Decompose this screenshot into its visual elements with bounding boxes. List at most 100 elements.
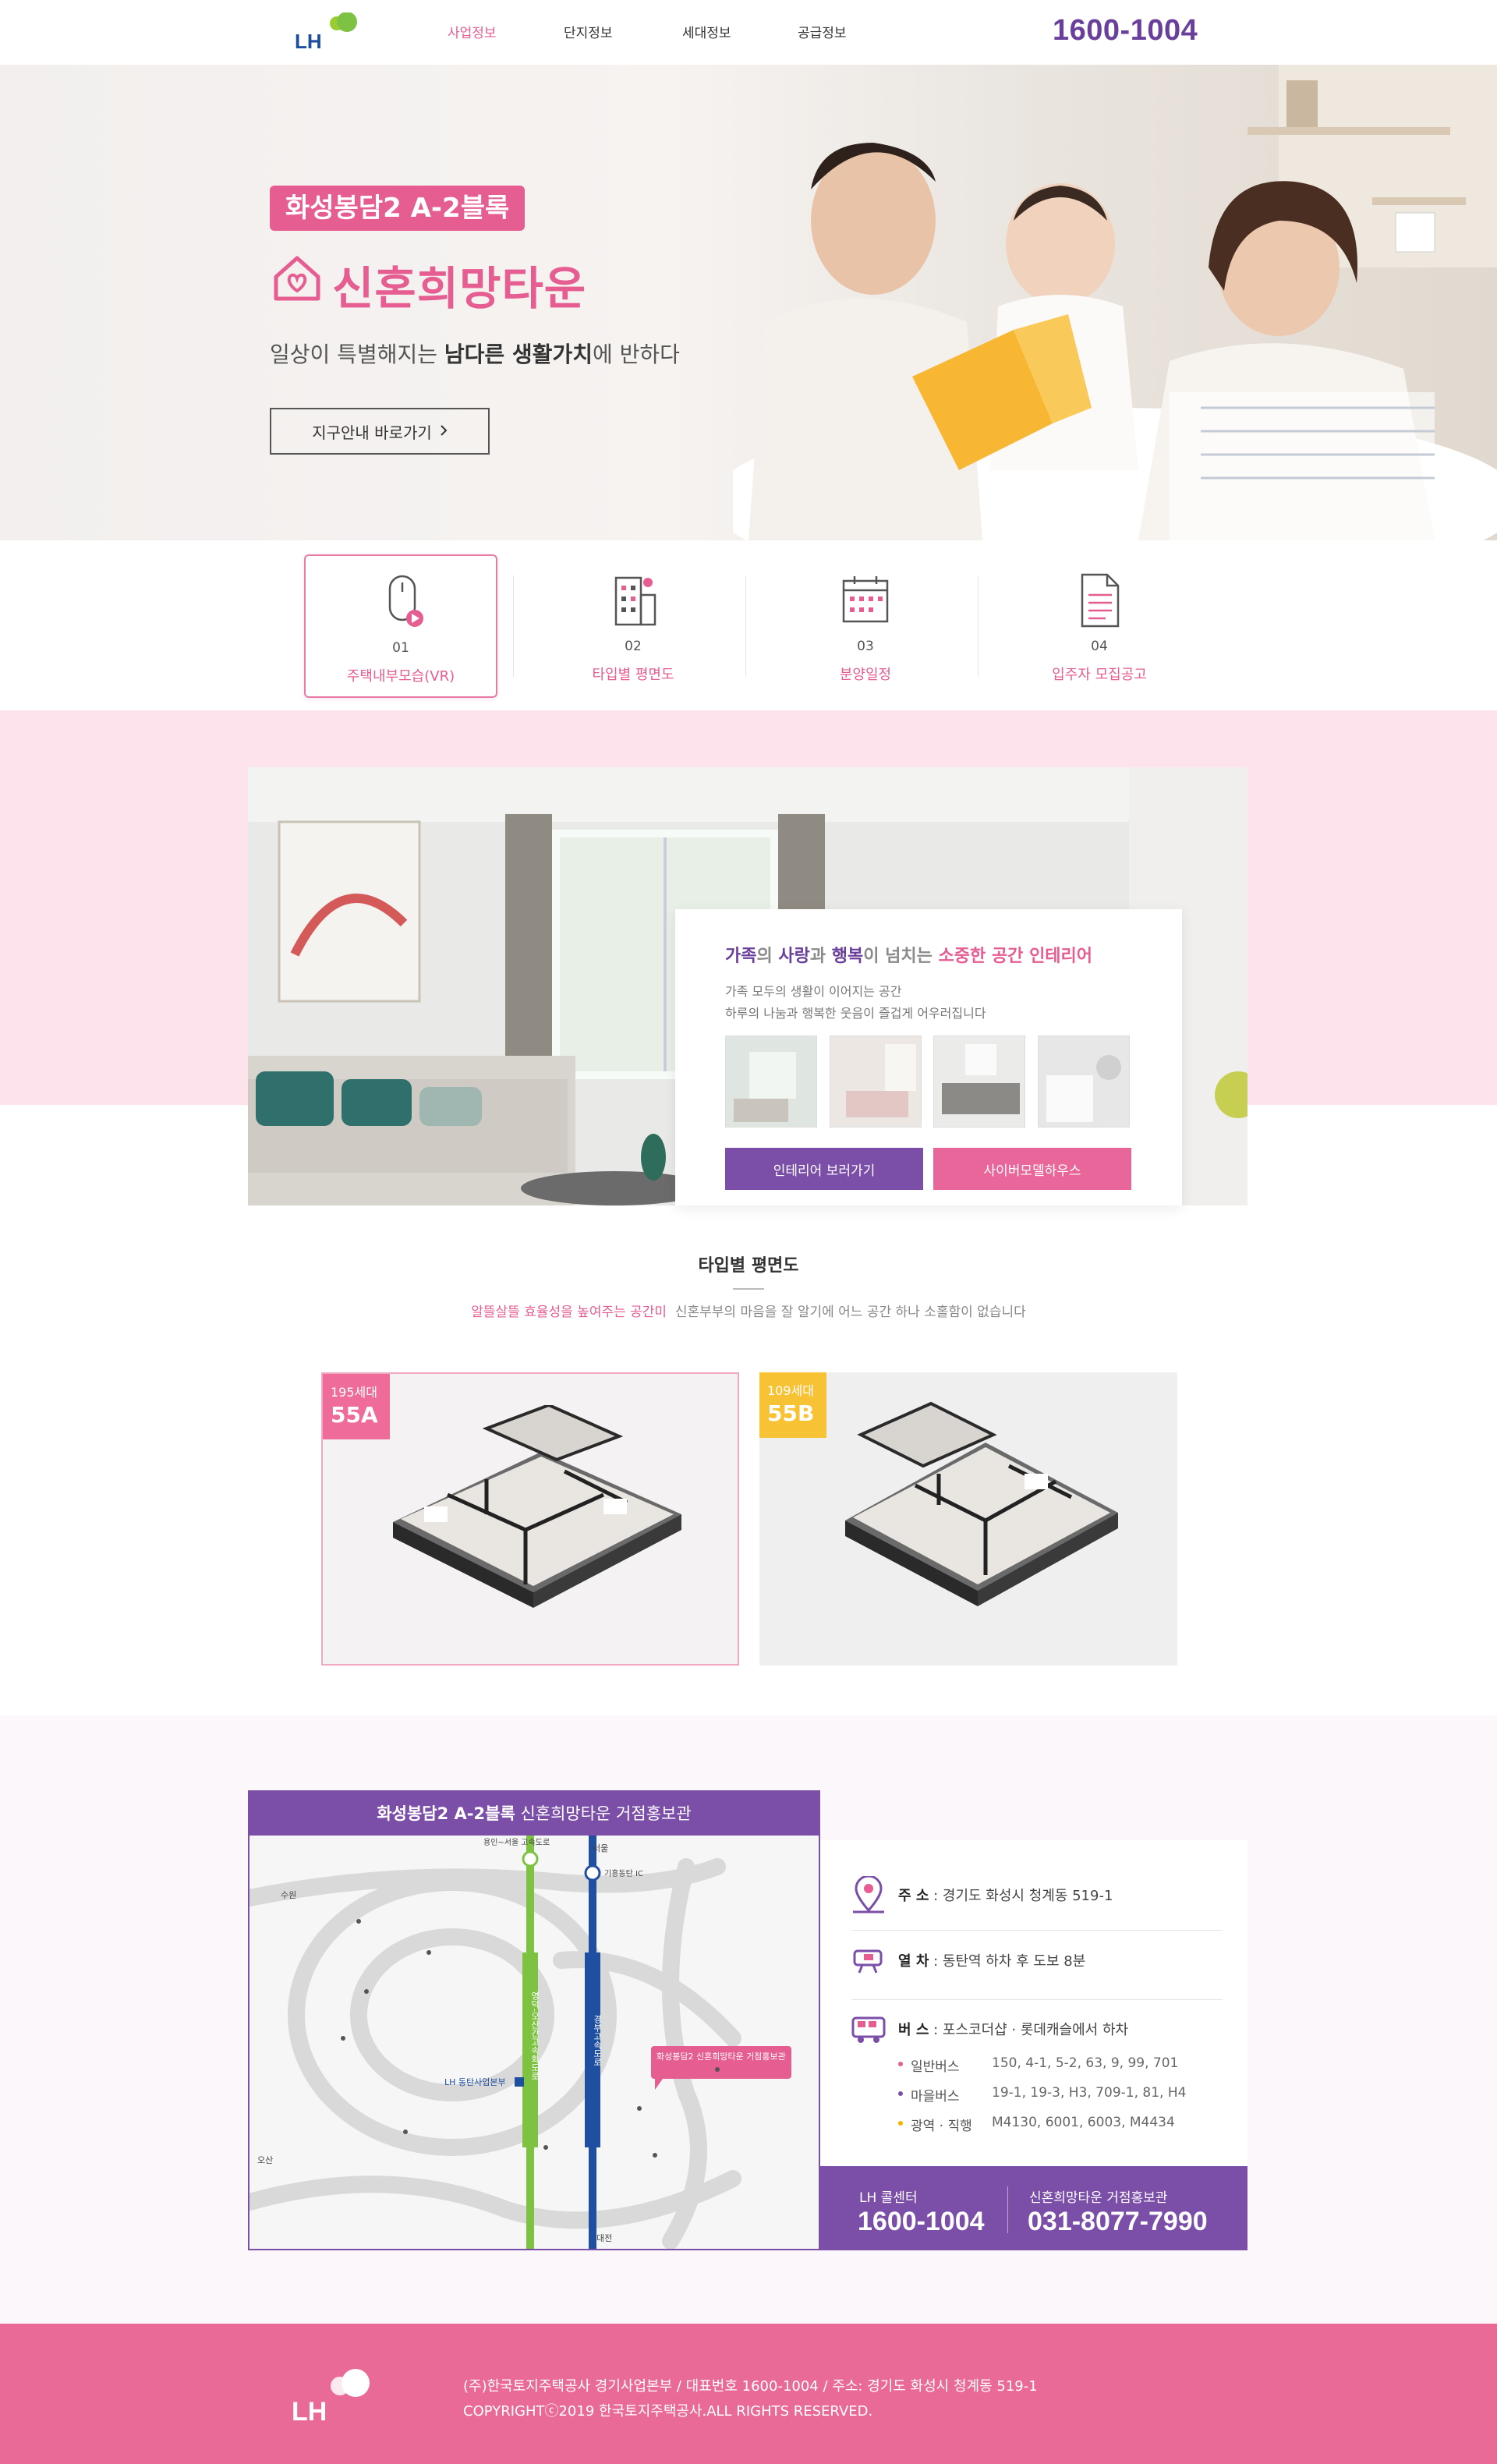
- heart-house-icon: [274, 256, 320, 301]
- road-green-label: 영덕-오산간고속화도로: [530, 1991, 540, 2080]
- quick-menu: 01 주택내부모습(VR) 02 타입별 평면도 03 분양일정 04 입주자 …: [0, 540, 1497, 710]
- interior-thumbnail[interactable]: [725, 1036, 817, 1128]
- hero-title: 신혼희망타운: [332, 262, 587, 315]
- address-row: 주 소 : 경기도 화성시 청계동 519-1: [851, 1871, 1113, 1918]
- bus-numbers: 19-1, 19-3, H3, 709-1, 81, H4: [992, 2085, 1187, 2101]
- nav-complex-info[interactable]: 단지정보: [564, 22, 613, 41]
- document-icon: [1081, 573, 1120, 628]
- floorplan-title: 타입별 평면도: [698, 1256, 799, 1276]
- header-phone[interactable]: 1600-1004: [1053, 14, 1198, 48]
- bus-line-village: 마을버스 19-1, 19-3, H3, 709-1, 81, H4: [898, 2085, 1186, 2105]
- train-label: 열 차: [898, 1953, 929, 1970]
- quick-item-vr[interactable]: 01 주택내부모습(VR): [304, 554, 497, 698]
- interior-thumbnail[interactable]: [1038, 1036, 1130, 1128]
- footer-company-info: (주)한국토지주택공사 경기사업본부 / 대표번호 1600-1004 / 주소…: [463, 2378, 1038, 2395]
- households-count: 109세대: [767, 1383, 814, 1398]
- osan-label: 오산: [257, 2155, 273, 2165]
- view-interior-button[interactable]: 인테리어 보러가기: [725, 1148, 923, 1190]
- mouse-play-icon: [388, 575, 423, 627]
- marker-label: 화성봉담2 신혼희망타운 거점홍보관: [656, 2051, 786, 2062]
- family-photo: [733, 65, 1497, 540]
- location-info-panel: 주 소 : 경기도 화성시 청계동 519-1 열 차 : 동탄역 하차 후 도…: [820, 1840, 1248, 2250]
- quick-label: 타입별 평면도: [592, 667, 674, 683]
- divider: [978, 575, 979, 677]
- quick-num: 02: [625, 639, 642, 654]
- divider: [851, 1930, 1223, 1931]
- divider: [513, 575, 514, 677]
- call-center-number[interactable]: 1600-1004: [858, 2207, 985, 2237]
- quick-label: 분양일정: [839, 667, 892, 683]
- seoul-label: 서울: [593, 1843, 608, 1853]
- floorplan-card-55b[interactable]: 109세대 55B: [759, 1372, 1177, 1666]
- logo-text: LH: [295, 30, 322, 51]
- hero-subtitle: 일상이 특별해지는 남다른 생활가치에 반하다: [270, 338, 680, 369]
- quick-num: 03: [857, 639, 874, 654]
- cyber-model-house-button[interactable]: 사이버모델하우스: [933, 1148, 1131, 1190]
- bus-row: 버 스 : 포스코더샵 · 롯데캐슬에서 하차: [851, 2006, 1128, 2052]
- floorplan-card-55a[interactable]: 195세대 55A: [321, 1372, 739, 1666]
- train-value: 동탄역 하차 후 도보 8분: [942, 1953, 1086, 1970]
- suwon-label: 수원: [281, 1890, 296, 1900]
- title-underline: [733, 1288, 764, 1290]
- bus-type-label: 광역 · 직행: [911, 2119, 972, 2134]
- address-label: 주 소: [898, 1888, 929, 1904]
- title-part: 의: [756, 947, 779, 966]
- hero-subtitle-suffix: 에 반하다: [592, 342, 680, 367]
- nav-supply-info[interactable]: 공급정보: [798, 22, 847, 41]
- divider: [851, 1999, 1223, 2000]
- quick-item-schedule[interactable]: 03 분양일정: [769, 554, 962, 698]
- hero-banner: 화성봉담2 A-2블록 신혼희망타운 일상이 특별해지는 남다른 생활가치에 반…: [0, 65, 1497, 540]
- title-part: 소중한 공간 인테리어: [938, 947, 1093, 966]
- map-title-rest: 신혼희망타운 거점홍보관: [515, 1804, 692, 1823]
- floorplan-desc-highlight: 알뜰살뜰 효율성을 높여주는 공간미: [471, 1305, 667, 1320]
- map-header: 화성봉담2 A-2블록 신혼희망타운 거점홍보관: [250, 1792, 819, 1836]
- bus-label: 버 스: [898, 2022, 929, 2038]
- promo-center-number[interactable]: 031-8077-7990: [1028, 2207, 1208, 2237]
- map-title-bold: 화성봉담2 A-2블록: [377, 1804, 515, 1823]
- district-guide-button[interactable]: 지구안내 바로가기: [270, 408, 490, 455]
- bus-line-express: 광역 · 직행 M4130, 6001, 6003, M4434: [898, 2115, 1175, 2134]
- title-part: 이 넘치는: [863, 947, 939, 966]
- calendar-icon: [842, 576, 889, 623]
- call-center-label: LH 콜센터: [859, 2190, 918, 2206]
- location-map[interactable]: 화성봉담2 A-2블록 신혼희망타운 거점홍보관 영덕-오산간고속화도로 경부고…: [248, 1790, 820, 2250]
- quick-label: 입주자 모집공고: [1052, 667, 1147, 683]
- interior-card: 가족의 사랑과 행복이 넘치는 소중한 공간 인테리어 가족 모두의 생활이 이…: [675, 909, 1182, 1205]
- footer-lh-logo: LH: [292, 2369, 370, 2425]
- hero-subtitle-prefix: 일상이 특별해지는: [270, 342, 444, 367]
- quick-item-floorplan[interactable]: 02 타입별 평면도: [536, 554, 730, 698]
- hero-subtitle-bold: 남다른 생활가치: [444, 342, 593, 367]
- bus-icon: [851, 2016, 886, 2043]
- map-pin-icon: [853, 1876, 884, 1913]
- bullet-dot: [898, 2091, 903, 2096]
- floorplan-desc-text: 신혼부부의 마음을 잘 알기에 어느 공간 하나 소홀함이 없습니다: [674, 1305, 1026, 1320]
- households-count: 195세대: [331, 1385, 377, 1400]
- nav-unit-info[interactable]: 세대정보: [682, 22, 731, 41]
- floorplan-3d-image: [845, 1401, 1118, 1606]
- title-part: 가족: [725, 947, 757, 966]
- interior-title: 가족의 사랑과 행복이 넘치는 소중한 공간 인테리어: [725, 942, 1092, 967]
- bus-numbers: M4130, 6001, 6003, M4434: [992, 2115, 1175, 2130]
- interior-desc-1: 가족 모두의 생활이 이어지는 공간: [725, 984, 902, 999]
- interior-thumbnail[interactable]: [830, 1036, 922, 1128]
- divider: [745, 575, 746, 677]
- bullet-dot: [898, 2121, 903, 2126]
- interior-thumbnail[interactable]: [933, 1036, 1025, 1128]
- quick-item-notice[interactable]: 04 입주자 모집공고: [1003, 554, 1196, 698]
- bus-numbers: 150, 4-1, 5-2, 63, 9, 99, 701: [992, 2055, 1179, 2071]
- quick-num: 04: [1091, 639, 1108, 654]
- building-icon: [614, 576, 656, 626]
- bullet-dot: [898, 2062, 903, 2066]
- footer-logo-text: LH: [292, 2397, 327, 2425]
- lh-logo[interactable]: LH: [295, 12, 362, 53]
- yongin-label: 용인~서울 고속도로: [483, 1838, 550, 1847]
- quick-num: 01: [392, 640, 409, 656]
- bus-type-label: 마을버스: [911, 2089, 960, 2105]
- interior-desc-2: 하루의 나눔과 행복한 웃음이 즐겁게 어우러집니다: [725, 1006, 986, 1021]
- nav-business-info[interactable]: 사업정보: [448, 22, 497, 41]
- office-label: LH 동탄사업본부: [444, 2077, 506, 2087]
- map-drawing: 영덕-오산간고속화도로 경부고속도로 서울 용인~서울 고속도로 기흥동탄 IC…: [250, 1836, 819, 2249]
- daejeon-label: 대전: [596, 2233, 612, 2243]
- district-guide-label: 지구안내 바로가기: [312, 423, 432, 442]
- site-footer: LH (주)한국토지주택공사 경기사업본부 / 대표번호 1600-1004 /…: [0, 2324, 1497, 2464]
